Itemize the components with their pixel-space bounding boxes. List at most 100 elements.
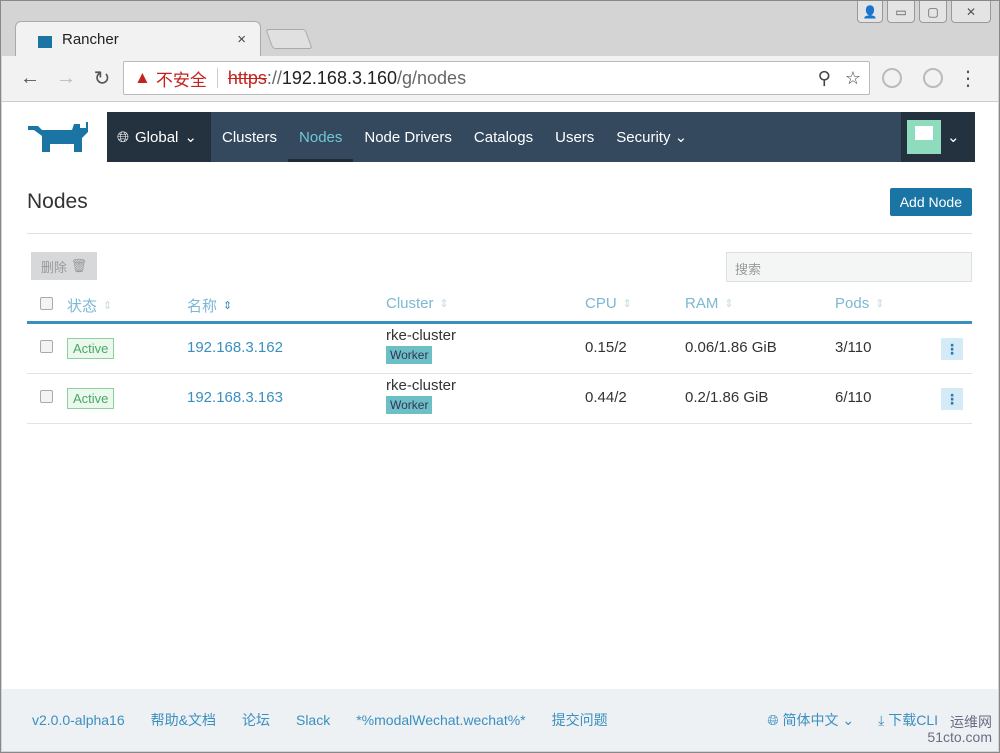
footer: v2.0.0-alpha16 帮助&文档 论坛 Slack *%modalWec… bbox=[2, 689, 998, 751]
nav-security[interactable]: Security ⌄ bbox=[605, 112, 698, 162]
nav-nodes[interactable]: Nodes bbox=[288, 112, 354, 162]
tab-title: Rancher bbox=[62, 31, 119, 48]
header-pods[interactable]: Pods ⇕ bbox=[835, 295, 884, 312]
cluster-name: rke-cluster bbox=[386, 377, 457, 394]
url-host: 192.168.3.160 bbox=[281, 67, 398, 88]
cpu-cell: 0.44/2 bbox=[585, 389, 627, 406]
close-window-button[interactable]: ✕ bbox=[951, 1, 991, 23]
avatar bbox=[907, 120, 941, 154]
nav-node-drivers[interactable]: Node Drivers bbox=[353, 112, 463, 162]
reload-icon[interactable]: ↻ bbox=[84, 66, 120, 91]
sort-icon: ⇕ bbox=[875, 298, 885, 310]
url-scheme: https bbox=[227, 67, 267, 88]
header-label: 状态 bbox=[67, 298, 98, 315]
chevron-down-icon: ⌄ bbox=[947, 129, 960, 146]
watermark-line: 51cto.com bbox=[927, 729, 992, 745]
ram-cell: 0.06/1.86 GiB bbox=[685, 339, 777, 356]
insecure-label: 不安全 bbox=[155, 70, 207, 90]
trash-icon: 🗑︎ bbox=[70, 258, 88, 273]
select-all-checkbox[interactable] bbox=[40, 297, 53, 310]
download-icon: ⤓ bbox=[878, 712, 885, 728]
row-actions-icon[interactable]: ⋮ bbox=[941, 388, 963, 410]
node-name-link[interactable]: 192.168.3.163 bbox=[187, 389, 283, 406]
extension-icon[interactable] bbox=[923, 68, 943, 88]
header-cpu[interactable]: CPU ⇕ bbox=[585, 295, 632, 312]
footer-link-docs[interactable]: 帮助&文档 bbox=[151, 710, 216, 730]
cluster-cell: rke-cluster Worker bbox=[386, 327, 456, 364]
row-checkbox[interactable] bbox=[40, 390, 53, 403]
nav-catalogs[interactable]: Catalogs bbox=[463, 112, 544, 162]
browser-tab[interactable]: Rancher × bbox=[15, 21, 261, 57]
divider bbox=[27, 233, 972, 234]
footer-link-forum[interactable]: 论坛 bbox=[242, 710, 270, 730]
header-state[interactable]: 状态 ⇕ bbox=[67, 295, 112, 316]
cpu-cell: 0.15/2 bbox=[585, 339, 627, 356]
header-label: Cluster bbox=[386, 295, 434, 312]
role-badge: Worker bbox=[386, 396, 433, 414]
globe-icon: 🌐︎ bbox=[117, 128, 130, 146]
header-cluster[interactable]: Cluster ⇕ bbox=[386, 295, 449, 312]
add-node-button[interactable]: Add Node bbox=[889, 188, 972, 216]
globe-icon: 🌐︎ bbox=[767, 712, 779, 728]
global-scope-dropdown[interactable]: 🌐︎ Global ⌄ bbox=[107, 112, 211, 162]
role-badge: Worker bbox=[386, 346, 433, 364]
sort-icon: ⇕ bbox=[103, 300, 113, 312]
bookmark-star-icon[interactable]: ☆ bbox=[845, 68, 861, 89]
row-checkbox[interactable] bbox=[40, 340, 53, 353]
extension-icon[interactable] bbox=[882, 68, 902, 88]
sort-icon: ⇕ bbox=[724, 298, 734, 310]
top-nav: 🌐︎ Global ⌄ Clusters Nodes Node Drivers Ca… bbox=[107, 112, 975, 162]
zoom-icon[interactable]: ⚲ bbox=[818, 68, 831, 89]
forward-icon[interactable]: → bbox=[48, 67, 84, 90]
chevron-down-icon: ⌄ bbox=[184, 129, 197, 146]
status-badge: Active bbox=[67, 338, 115, 359]
rancher-page: 🌐︎ Global ⌄ Clusters Nodes Node Drivers Ca… bbox=[2, 102, 998, 751]
version-link[interactable]: v2.0.0-alpha16 bbox=[32, 712, 125, 728]
cluster-cell: rke-cluster Worker bbox=[386, 377, 456, 414]
browser-window: 👤 ▭ ▢ ✕ Rancher × ← → ↻ ▲ 不安全 https://19… bbox=[0, 0, 1000, 753]
header-label: RAM bbox=[685, 295, 719, 312]
url-separator: :// bbox=[266, 67, 282, 88]
footer-link-slack[interactable]: Slack bbox=[296, 712, 330, 728]
tab-close-icon[interactable]: × bbox=[237, 31, 246, 48]
status-badge: Active bbox=[67, 388, 115, 409]
watermark: 运维网 51cto.com bbox=[927, 715, 992, 745]
header-label: CPU bbox=[585, 295, 617, 312]
pods-cell: 3/110 bbox=[835, 339, 872, 356]
browser-menu-icon[interactable]: ⋮ bbox=[958, 66, 978, 91]
header-ram[interactable]: RAM ⇕ bbox=[685, 295, 734, 312]
node-name-link[interactable]: 192.168.3.162 bbox=[187, 339, 283, 356]
table-row: Active 192.168.3.162 rke-cluster Worker 0… bbox=[27, 324, 972, 374]
nav-users[interactable]: Users bbox=[544, 112, 605, 162]
rancher-logo-icon[interactable] bbox=[28, 120, 94, 152]
page-title: Nodes bbox=[27, 190, 88, 213]
minimize-button[interactable]: ▭ bbox=[887, 1, 915, 23]
chevron-down-icon: ⌄ bbox=[674, 129, 688, 146]
language-dropdown[interactable]: 🌐︎ 简体中文 ⌄ bbox=[767, 710, 854, 730]
footer-link-issue[interactable]: 提交问题 bbox=[552, 710, 608, 730]
profile-button[interactable]: 👤 bbox=[857, 1, 883, 23]
sort-icon: ⇕ bbox=[223, 300, 233, 312]
footer-link-wechat[interactable]: *%modalWechat.wechat%* bbox=[356, 712, 525, 728]
table-row: Active 192.168.3.163 rke-cluster Worker 0… bbox=[27, 374, 972, 424]
cluster-name: rke-cluster bbox=[386, 327, 457, 344]
pods-cell: 6/110 bbox=[835, 389, 872, 406]
delete-label: 删除 bbox=[40, 259, 67, 275]
nav-clusters[interactable]: Clusters bbox=[211, 112, 288, 162]
security-label: Security bbox=[616, 128, 671, 146]
browser-toolbar: ← → ↻ ▲ 不安全 https://192.168.3.160/g/node… bbox=[2, 56, 998, 102]
search-input[interactable]: 搜索 bbox=[726, 252, 972, 282]
sort-icon: ⇕ bbox=[439, 298, 449, 310]
header-name[interactable]: 名称 ⇕ bbox=[187, 295, 232, 316]
back-icon[interactable]: ← bbox=[12, 67, 48, 90]
watermark-line: 运维网 bbox=[950, 714, 992, 730]
language-label: 简体中文 bbox=[782, 712, 839, 728]
address-bar[interactable]: ▲ 不安全 https://192.168.3.160/g/nodes ⚲ ☆ bbox=[123, 61, 870, 95]
user-menu[interactable]: ⌄ bbox=[901, 112, 975, 162]
row-actions-icon[interactable]: ⋮ bbox=[941, 338, 963, 360]
new-tab-button[interactable] bbox=[265, 29, 313, 49]
maximize-button[interactable]: ▢ bbox=[919, 1, 947, 23]
global-label: Global bbox=[135, 128, 179, 146]
warning-icon: ▲ bbox=[134, 68, 151, 87]
delete-button[interactable]: 删除 🗑︎ bbox=[31, 252, 97, 280]
